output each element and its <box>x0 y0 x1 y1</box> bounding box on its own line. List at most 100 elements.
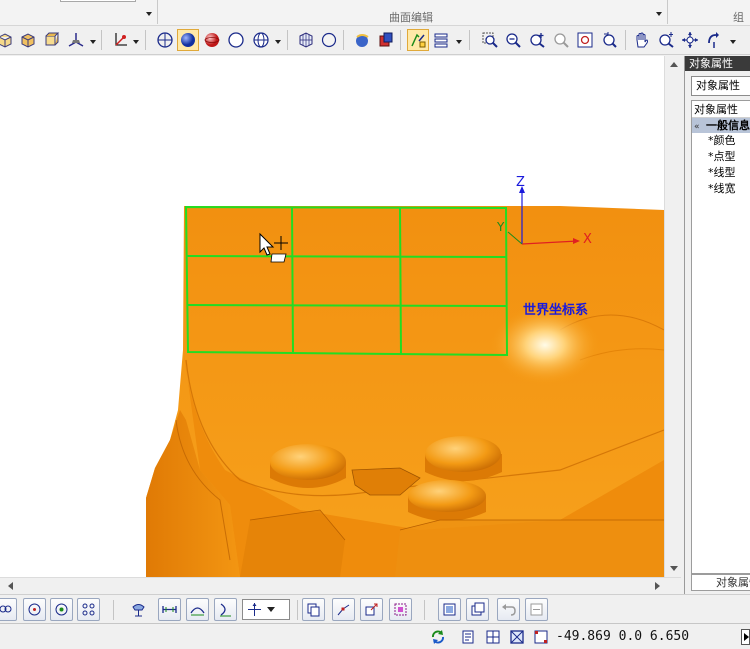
toolbar-separator <box>297 600 298 620</box>
properties-grid: 对象属性 «一般信息 *颜色 *点型 *线型 *线宽 <box>691 100 750 574</box>
viewport-horizontal-scrollbar[interactable] <box>0 577 681 594</box>
cube-grid-icon[interactable] <box>295 29 317 51</box>
graphics-viewport[interactable]: Z X Y 世界坐标系 <box>0 56 664 577</box>
collapse-icon[interactable]: « <box>694 120 706 135</box>
toolbar-separator <box>287 30 288 50</box>
grid-toggle-icon[interactable] <box>484 628 502 646</box>
box-iso-icon[interactable] <box>40 29 62 51</box>
align-curve-icon[interactable] <box>186 598 209 621</box>
ribbon-group-bar: 曲面编辑 组合 <box>0 0 750 40</box>
lamp-icon[interactable] <box>127 598 150 621</box>
box-shaded-icon[interactable] <box>17 29 39 51</box>
material-icon[interactable] <box>375 29 397 51</box>
toolbar-separator <box>424 600 425 620</box>
chevron-down-icon[interactable] <box>456 40 462 44</box>
dynamic-zoom-icon[interactable] <box>655 29 677 51</box>
scroll-up-icon[interactable] <box>670 62 678 67</box>
properties-panel-title: 对象属性 <box>685 56 750 71</box>
spin-view-icon[interactable] <box>703 29 725 51</box>
globe-icon[interactable] <box>250 29 272 51</box>
zoom-in-icon[interactable] <box>526 29 548 51</box>
toolbar-separator <box>101 30 102 50</box>
zoom-disabled-icon[interactable] <box>550 29 572 51</box>
chevron-down-icon[interactable] <box>90 40 96 44</box>
properties-bottom-tab[interactable]: 对象属性 <box>691 574 750 591</box>
box-wireframe-icon[interactable] <box>0 29 16 51</box>
status-bar: -49.869 0.0 6.650 <box>0 623 750 649</box>
properties-group-general[interactable]: «一般信息 <box>692 118 750 133</box>
transform-icon <box>248 603 261 616</box>
chevron-down-icon[interactable] <box>656 12 662 16</box>
snap-grid-icon[interactable] <box>77 598 100 621</box>
property-color[interactable]: *颜色 <box>692 133 750 149</box>
axis-label-x: X <box>583 232 592 247</box>
sphere-small-icon[interactable] <box>318 29 340 51</box>
window-icon[interactable] <box>466 598 489 621</box>
align-horizontal-icon[interactable] <box>158 598 181 621</box>
chevron-down-icon[interactable] <box>146 12 152 16</box>
sphere-red-icon[interactable] <box>201 29 223 51</box>
zoom-fit-icon[interactable] <box>574 29 596 51</box>
properties-tab[interactable]: 对象属性 <box>691 76 750 96</box>
redo-icon[interactable] <box>525 598 548 621</box>
coordinate-system-icon[interactable] <box>109 29 131 51</box>
axis-label-z: Z <box>516 175 525 190</box>
texture-icon[interactable] <box>351 29 373 51</box>
ribbon-combo-stub[interactable] <box>60 0 136 2</box>
chevron-down-icon[interactable] <box>267 607 275 612</box>
property-point-type[interactable]: *点型 <box>692 149 750 165</box>
zoom-out-icon[interactable] <box>502 29 524 51</box>
property-line-type[interactable]: *线型 <box>692 165 750 181</box>
zoom-window-icon[interactable] <box>479 29 501 51</box>
selection-icon[interactable] <box>389 598 412 621</box>
sphere-outline-icon[interactable] <box>225 29 247 51</box>
scroll-right-icon[interactable] <box>655 582 660 590</box>
pan-hand-icon[interactable] <box>631 29 653 51</box>
snap-circle-icon[interactable] <box>23 598 46 621</box>
view-toolbar <box>0 26 750 55</box>
properties-grid-header: 对象属性 <box>692 101 750 118</box>
chevron-down-icon[interactable] <box>133 40 139 44</box>
play-icon <box>744 633 749 641</box>
transform-combo[interactable] <box>242 599 290 620</box>
axis-view-icon[interactable] <box>65 29 87 51</box>
properties-group-label: 一般信息 <box>706 119 750 132</box>
snap-toolbar <box>0 594 750 623</box>
chevron-down-icon[interactable] <box>275 40 281 44</box>
axis-label-y: Y <box>496 220 505 234</box>
document-icon[interactable] <box>459 628 477 646</box>
cursor-coordinates: -49.869 0.0 6.650 <box>556 629 690 644</box>
edit-select-icon[interactable] <box>407 29 429 51</box>
refresh-icon[interactable] <box>429 628 447 646</box>
toolbar-separator <box>145 30 146 50</box>
scroll-down-icon[interactable] <box>670 566 678 571</box>
chevron-down-icon[interactable] <box>730 40 736 44</box>
view-icon[interactable] <box>438 598 461 621</box>
ruler-icon[interactable] <box>532 628 550 646</box>
rotate-view-icon[interactable] <box>679 29 701 51</box>
align-vertical-icon[interactable] <box>214 598 237 621</box>
toolbar-separator <box>625 30 626 50</box>
ribbon-separator <box>157 0 158 24</box>
layer-stack-icon[interactable] <box>430 29 452 51</box>
scroll-left-icon[interactable] <box>8 582 13 590</box>
viewport-vertical-scrollbar[interactable] <box>664 56 681 577</box>
copy-icon[interactable] <box>302 598 325 621</box>
boss-bottom <box>408 480 486 521</box>
node-edit-icon[interactable] <box>332 598 355 621</box>
boss-right <box>425 436 502 481</box>
snap-points-icon[interactable] <box>0 598 17 621</box>
box-toggle-icon[interactable] <box>508 628 526 646</box>
toolbar-separator <box>113 600 114 620</box>
sphere-shaded-icon[interactable] <box>177 29 199 51</box>
toolbar-separator <box>469 30 470 50</box>
status-expand-button[interactable] <box>741 629 750 645</box>
zoom-previous-icon[interactable] <box>598 29 620 51</box>
snap-center-icon[interactable] <box>50 598 73 621</box>
render-icon[interactable] <box>154 29 176 51</box>
property-line-width[interactable]: *线宽 <box>692 181 750 197</box>
bevel-mid <box>395 520 664 577</box>
world-coordinate-label: 世界坐标系 <box>523 303 589 318</box>
move-icon[interactable] <box>360 598 383 621</box>
undo-icon[interactable] <box>497 598 520 621</box>
